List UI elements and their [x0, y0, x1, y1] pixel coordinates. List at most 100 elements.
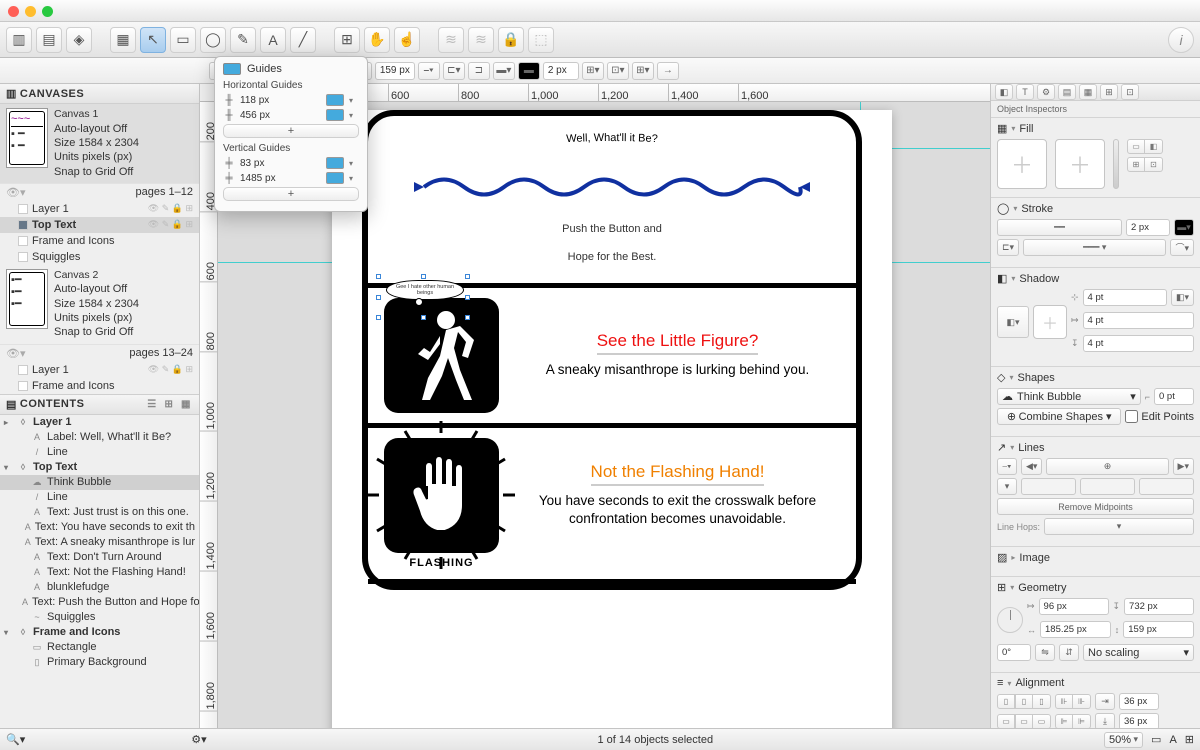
shadow-opt[interactable]: ◧▾	[1171, 289, 1194, 306]
tool-text-icon[interactable]: A	[260, 27, 286, 53]
traffic-lights[interactable]	[8, 6, 53, 17]
stroke-pos-icon[interactable]: ⊏▾	[997, 239, 1019, 256]
sign-frame[interactable]: Well, What'll it Be? Push the Button and…	[362, 110, 862, 590]
tab-stencil-icon[interactable]: ⊡	[1121, 84, 1139, 100]
layer-item[interactable]: Squiggles	[0, 249, 199, 265]
combine-shapes-button[interactable]: ⊕ Combine Shapes ▾	[997, 408, 1121, 425]
line-mid-icon[interactable]: ⊕	[1046, 458, 1168, 475]
view-icons-icon[interactable]: ▦	[179, 397, 193, 411]
tool-contents-icon[interactable]: ▤	[36, 27, 62, 53]
fmt-dash-icon[interactable]: ▬▾	[493, 62, 515, 80]
outline-item[interactable]: AText: Just trust is on this one.	[0, 505, 199, 520]
fmt-opt2-icon[interactable]: ⊡▾	[607, 62, 629, 80]
fmt-seg-icon[interactable]: ⎯▾	[418, 62, 440, 80]
line-hops-dd[interactable]: ▾	[1044, 518, 1194, 535]
guide-color-icon[interactable]	[326, 172, 344, 184]
outline-item[interactable]: ▯Primary Background	[0, 655, 199, 670]
spacing-v-icon[interactable]: ⤓	[1095, 713, 1115, 728]
tool-layers-icon[interactable]: ◈	[66, 27, 92, 53]
geo-y-field[interactable]: 732 px	[1124, 598, 1194, 615]
tab-object-icon[interactable]: ◧	[995, 84, 1013, 100]
canvas-item-2[interactable]: ▪━▪━▪━ Canvas 2 Auto-layout Off Size 158…	[0, 265, 199, 345]
add-guide-button[interactable]: +	[223, 187, 359, 201]
fmt-join-icon[interactable]: ⊏▾	[443, 62, 465, 80]
fmt-y-field[interactable]: 159 px	[375, 62, 415, 80]
add-icon-statusbar[interactable]: ⊞	[1185, 733, 1194, 746]
stroke-dash-icon[interactable]: ━━━ ▾	[1023, 239, 1166, 256]
add-guide-button[interactable]: +	[223, 124, 359, 138]
outline-item[interactable]: ▸◊Layer 1	[0, 415, 199, 430]
align-h-seg[interactable]: ▯▯▯	[997, 694, 1051, 709]
tool-style-icon[interactable]: ▦	[110, 27, 136, 53]
gear-icon[interactable]: ⚙▾	[191, 733, 206, 746]
blend-seg[interactable]: ⊞⊡	[1127, 157, 1163, 172]
guide-row[interactable]: ╪1485 px▾	[223, 172, 359, 184]
fmt-cap-icon[interactable]: ⊐	[468, 62, 490, 80]
presentation-icon[interactable]: ▭	[1151, 733, 1161, 746]
tool-back-icon[interactable]: ≋	[468, 27, 494, 53]
outline-item[interactable]: /Line	[0, 445, 199, 460]
tab-canvas-icon[interactable]: ▤	[1058, 84, 1076, 100]
guides-popover[interactable]: Guides Horizontal Guides ╫118 px▾ ╫456 p…	[214, 56, 368, 212]
tab-prop-icon[interactable]: ⚙	[1037, 84, 1055, 100]
geo-w-field[interactable]: 185.25 px	[1040, 621, 1111, 638]
tool-front-icon[interactable]: ≋	[438, 27, 464, 53]
outline-item[interactable]: ☁Think Bubble	[0, 475, 199, 490]
guide-row[interactable]: ╫118 px▾	[223, 94, 359, 106]
close-icon[interactable]	[8, 6, 19, 17]
guide-color-icon[interactable]	[326, 94, 344, 106]
spacing-v-field[interactable]: 36 px	[1119, 713, 1159, 728]
line-opt-icon[interactable]: ▾	[997, 478, 1017, 495]
outline-item[interactable]: Ablunklefudge	[0, 580, 199, 595]
opacity-slider[interactable]	[1113, 139, 1119, 189]
remove-midpoints-button[interactable]: Remove Midpoints	[997, 498, 1194, 515]
tool-select-icon[interactable]: ↖	[140, 27, 166, 53]
guide-color-icon[interactable]	[326, 157, 344, 169]
tab-type-icon[interactable]: T	[1016, 84, 1034, 100]
outline-item[interactable]: AText: You have seconds to exit th	[0, 520, 199, 535]
blend-seg[interactable]: ▭◧	[1127, 139, 1163, 154]
shape-picker[interactable]: ☁Think Bubble▾	[997, 388, 1141, 405]
line-start-icon[interactable]: ◀▾	[1021, 458, 1042, 475]
scaling-dd[interactable]: No scaling▾	[1083, 644, 1194, 661]
walk-pictogram[interactable]: Gee I hate other human beings	[384, 298, 499, 413]
fill-swatch[interactable]: ＋	[1055, 139, 1105, 189]
tool-line-icon[interactable]: ╱	[290, 27, 316, 53]
tool-point-icon[interactable]: ☝	[394, 27, 420, 53]
layer-item[interactable]: Frame and Icons	[0, 378, 199, 394]
shadow-blur-field[interactable]: 4 pt	[1083, 289, 1167, 306]
shadow-dy-field[interactable]: 4 pt	[1083, 335, 1194, 352]
geo-rot-field[interactable]: 0°	[997, 644, 1031, 661]
search-icon[interactable]: 🔍▾	[6, 733, 25, 746]
fmt-opt3-icon[interactable]: ⊞▾	[632, 62, 654, 80]
align-v-seg[interactable]: ▭▭▭	[997, 714, 1051, 728]
guide-color-swatch[interactable]	[223, 63, 241, 75]
fmt-stroke-field[interactable]: 2 px	[543, 62, 579, 80]
shadow-toggle[interactable]: ◧▾	[997, 306, 1029, 338]
zoom-dropdown[interactable]: 50% ▾	[1104, 732, 1143, 748]
tab-doc-icon[interactable]: ▦	[1079, 84, 1097, 100]
rotation-dial[interactable]	[997, 607, 1023, 633]
outline-item[interactable]: AText: Don't Turn Around	[0, 550, 199, 565]
edit-points-checkbox[interactable]: Edit Points	[1125, 410, 1194, 423]
outline-item[interactable]: AText: Push the Button and Hope fo	[0, 595, 199, 610]
flip-h-icon[interactable]: ⇋	[1035, 644, 1055, 661]
fmt-color-icon[interactable]: ▬	[518, 62, 540, 80]
tool-pen-icon[interactable]: ✎	[230, 27, 256, 53]
tool-lock-icon[interactable]: 🔒	[498, 27, 524, 53]
tool-info-icon[interactable]: i	[1168, 27, 1194, 53]
text-tool-icon[interactable]: A	[1169, 734, 1176, 746]
stroke-style-icon[interactable]: ━━	[997, 219, 1122, 236]
tool-hand-icon[interactable]: ✋	[364, 27, 390, 53]
zoom-icon[interactable]	[42, 6, 53, 17]
hand-pictogram[interactable]	[384, 438, 499, 553]
corner-field[interactable]: 0 pt	[1154, 388, 1194, 405]
layer-item[interactable]: Layer 1👁 ✎ 🔒 ⊞	[0, 362, 199, 378]
line-end-icon[interactable]: ▶▾	[1173, 458, 1194, 475]
guide-row[interactable]: ╫456 px▾	[223, 109, 359, 121]
canvas-item-1[interactable]: ~~~▪ ━▪ ━ Canvas 1 Auto-layout Off Size …	[0, 104, 199, 184]
spacing-h-field[interactable]: 36 px	[1119, 693, 1159, 710]
stroke-width-field[interactable]: 2 px	[1126, 219, 1170, 236]
tool-grid-icon[interactable]: ⊞	[334, 27, 360, 53]
outline-item[interactable]: ALabel: Well, What'll it Be?	[0, 430, 199, 445]
